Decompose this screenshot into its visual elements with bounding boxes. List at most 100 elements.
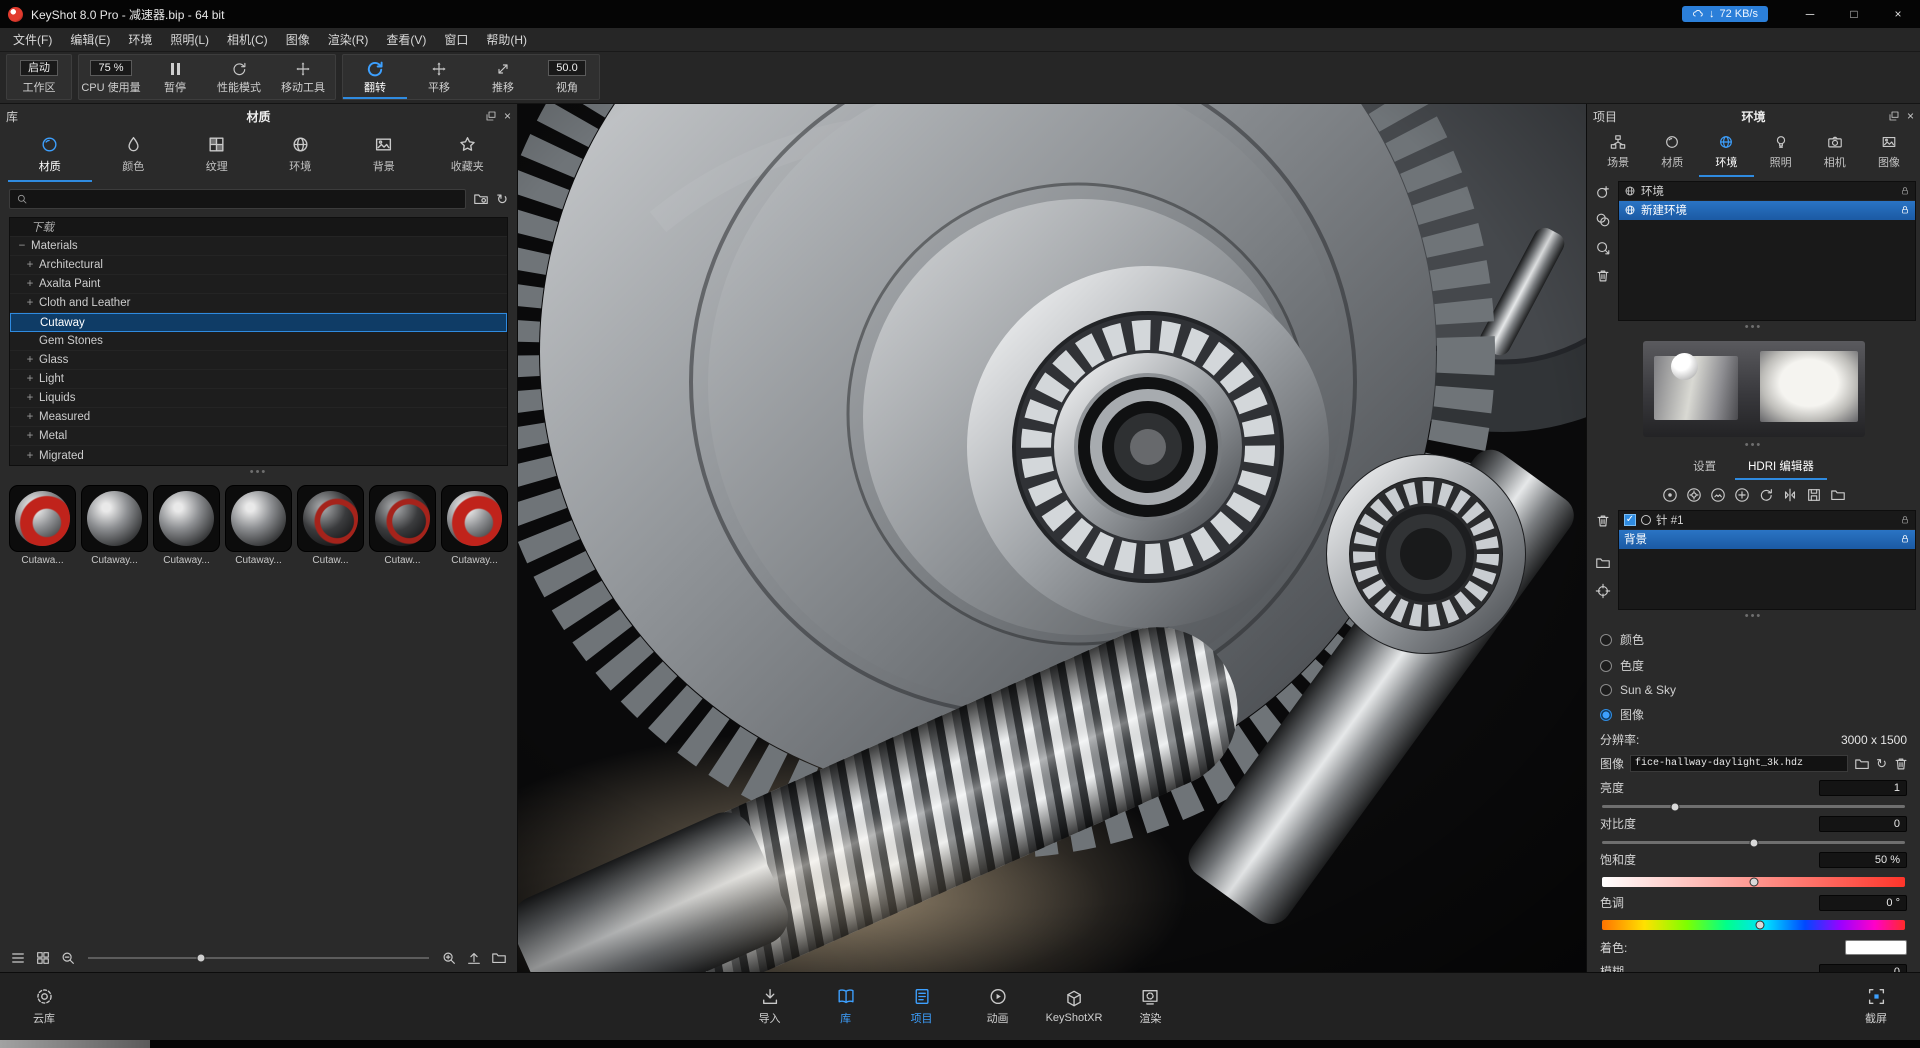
- library-tab-materials[interactable]: 材质: [8, 130, 92, 182]
- cloud-library-button[interactable]: 云库: [16, 987, 72, 1026]
- upload-icon[interactable]: [466, 950, 482, 966]
- project-tab-material[interactable]: 材质: [1645, 130, 1699, 177]
- delete-environment-icon[interactable]: [1595, 268, 1611, 284]
- material-folder-icon[interactable]: [473, 191, 489, 207]
- menu-window[interactable]: 窗口: [435, 28, 477, 52]
- refresh-library-icon[interactable]: [496, 192, 508, 206]
- splitter-grip[interactable]: [1587, 610, 1920, 623]
- network-speed-badge[interactable]: 72 KB/s: [1682, 6, 1768, 22]
- flip-hdri-icon[interactable]: [1782, 487, 1798, 503]
- save-hdri-icon[interactable]: [1806, 487, 1822, 503]
- material-thumbnail[interactable]: Cutaway...: [81, 485, 148, 566]
- subtab-settings[interactable]: 设置: [1680, 455, 1729, 480]
- material-thumbnail[interactable]: Cutaw...: [369, 485, 436, 566]
- menu-file[interactable]: 文件(F): [4, 28, 61, 52]
- pause-button[interactable]: 暂停: [143, 55, 207, 99]
- environment-row-selected[interactable]: 新建环境: [1619, 201, 1915, 220]
- library-tab-environments[interactable]: 环境: [259, 130, 343, 182]
- menu-camera[interactable]: 相机(C): [218, 28, 277, 52]
- material-thumbnail[interactable]: Cutaw...: [297, 485, 364, 566]
- zoom-in-icon[interactable]: [441, 950, 457, 966]
- environment-row[interactable]: 环境: [1619, 182, 1915, 201]
- project-tab-environment[interactable]: 环境: [1699, 130, 1753, 177]
- fov-control[interactable]: 50.0 视角: [535, 55, 599, 99]
- list-view-icon[interactable]: [10, 950, 26, 966]
- tree-row[interactable]: +Migrated: [10, 446, 507, 465]
- performance-mode-button[interactable]: 性能模式: [207, 55, 271, 99]
- search-box[interactable]: [9, 189, 466, 209]
- dock-project-button[interactable]: 项目: [894, 987, 950, 1026]
- library-tab-textures[interactable]: 纹理: [175, 130, 259, 182]
- render-viewport[interactable]: [518, 104, 1586, 972]
- saturation-value[interactable]: 50 %: [1819, 852, 1907, 868]
- dock-library-button[interactable]: 库: [818, 987, 874, 1026]
- hue-value[interactable]: 0 °: [1819, 895, 1907, 911]
- zoom-out-icon[interactable]: [60, 950, 76, 966]
- startup-workspace-value[interactable]: 启动: [20, 60, 58, 76]
- tree-row[interactable]: Gem Stones: [10, 332, 507, 351]
- close-panel-icon[interactable]: [504, 110, 511, 122]
- library-tab-colors[interactable]: 颜色: [92, 130, 176, 182]
- material-thumbnail[interactable]: Cutaway...: [153, 485, 220, 566]
- pin-row-selected[interactable]: 背景: [1619, 530, 1915, 549]
- tree-row[interactable]: +Liquids: [10, 389, 507, 408]
- minimize-button[interactable]: [1788, 0, 1832, 28]
- undock-panel-icon[interactable]: [1888, 110, 1900, 122]
- blur-value[interactable]: 0: [1819, 964, 1907, 973]
- open-folder-icon[interactable]: [1595, 555, 1611, 571]
- open-folder-icon[interactable]: [491, 950, 507, 966]
- move-tool-button[interactable]: 移动工具: [271, 55, 335, 99]
- duplicate-environment-icon[interactable]: [1595, 212, 1611, 228]
- contrast-slider[interactable]: [1602, 841, 1905, 844]
- image-pin-icon[interactable]: [1710, 487, 1726, 503]
- splitter-grip[interactable]: [0, 466, 517, 479]
- tree-row[interactable]: +Measured: [10, 408, 507, 427]
- hdri-preview[interactable]: [1643, 341, 1865, 437]
- browse-image-icon[interactable]: [1854, 756, 1870, 772]
- thumbnail-size-handle[interactable]: [196, 953, 205, 962]
- move-pin-icon[interactable]: [1734, 487, 1750, 503]
- menu-render[interactable]: 渲染(R): [319, 28, 378, 52]
- add-pin-icon[interactable]: [1662, 487, 1678, 503]
- pin-row[interactable]: 针 #1: [1619, 511, 1915, 530]
- add-environment-icon[interactable]: [1595, 184, 1611, 200]
- rotate-hdri-icon[interactable]: [1758, 487, 1774, 503]
- pin-visibility-checkbox[interactable]: [1624, 514, 1636, 526]
- tree-row[interactable]: +Glass: [10, 351, 507, 370]
- lock-icon[interactable]: [1900, 186, 1910, 196]
- hue-slider[interactable]: [1602, 920, 1905, 930]
- tree-row[interactable]: −Materials: [10, 237, 507, 256]
- startup-workspace-button[interactable]: 启动 工作区: [7, 55, 71, 99]
- source-option-chroma[interactable]: 色度: [1600, 657, 1907, 674]
- dock-import-button[interactable]: 导入: [742, 987, 798, 1026]
- menu-view[interactable]: 查看(V): [377, 28, 435, 52]
- target-icon[interactable]: [1595, 583, 1611, 599]
- brightness-slider[interactable]: [1602, 805, 1905, 808]
- source-option-color[interactable]: 颜色: [1600, 631, 1907, 648]
- tree-row[interactable]: +Axalta Paint: [10, 275, 507, 294]
- pan-tool-button[interactable]: 平移: [407, 55, 471, 99]
- menu-edit[interactable]: 编辑(E): [61, 28, 119, 52]
- splitter-grip[interactable]: [1587, 321, 1920, 334]
- library-tab-backplates[interactable]: 背景: [342, 130, 426, 182]
- close-button[interactable]: [1876, 0, 1920, 28]
- tint-color-swatch[interactable]: [1845, 940, 1907, 955]
- tumble-tool-button[interactable]: 翻转: [343, 55, 407, 99]
- fov-value[interactable]: 50.0: [548, 60, 585, 76]
- subtab-hdri-editor[interactable]: HDRI 编辑器: [1735, 455, 1827, 480]
- brightness-value[interactable]: 1: [1819, 780, 1907, 796]
- search-input[interactable]: [33, 193, 459, 205]
- dock-animation-button[interactable]: 动画: [970, 987, 1026, 1026]
- thumbnail-size-slider[interactable]: [88, 957, 429, 959]
- tree-row[interactable]: +Metal: [10, 427, 507, 446]
- contrast-handle[interactable]: [1749, 838, 1758, 847]
- project-tab-scene[interactable]: 场景: [1591, 130, 1645, 177]
- dolly-tool-button[interactable]: 推移: [471, 55, 535, 99]
- library-tab-favorites[interactable]: 收藏夹: [426, 130, 510, 182]
- splitter-grip[interactable]: [1587, 439, 1920, 452]
- image-file-field[interactable]: fice-hallway-daylight_3k.hdz: [1630, 755, 1848, 772]
- grid-view-icon[interactable]: [35, 950, 51, 966]
- cpu-usage-value[interactable]: 75 %: [90, 60, 131, 76]
- dock-keyshotxr-button[interactable]: KeyShotXR: [1046, 989, 1103, 1024]
- menu-lighting[interactable]: 照明(L): [161, 28, 218, 52]
